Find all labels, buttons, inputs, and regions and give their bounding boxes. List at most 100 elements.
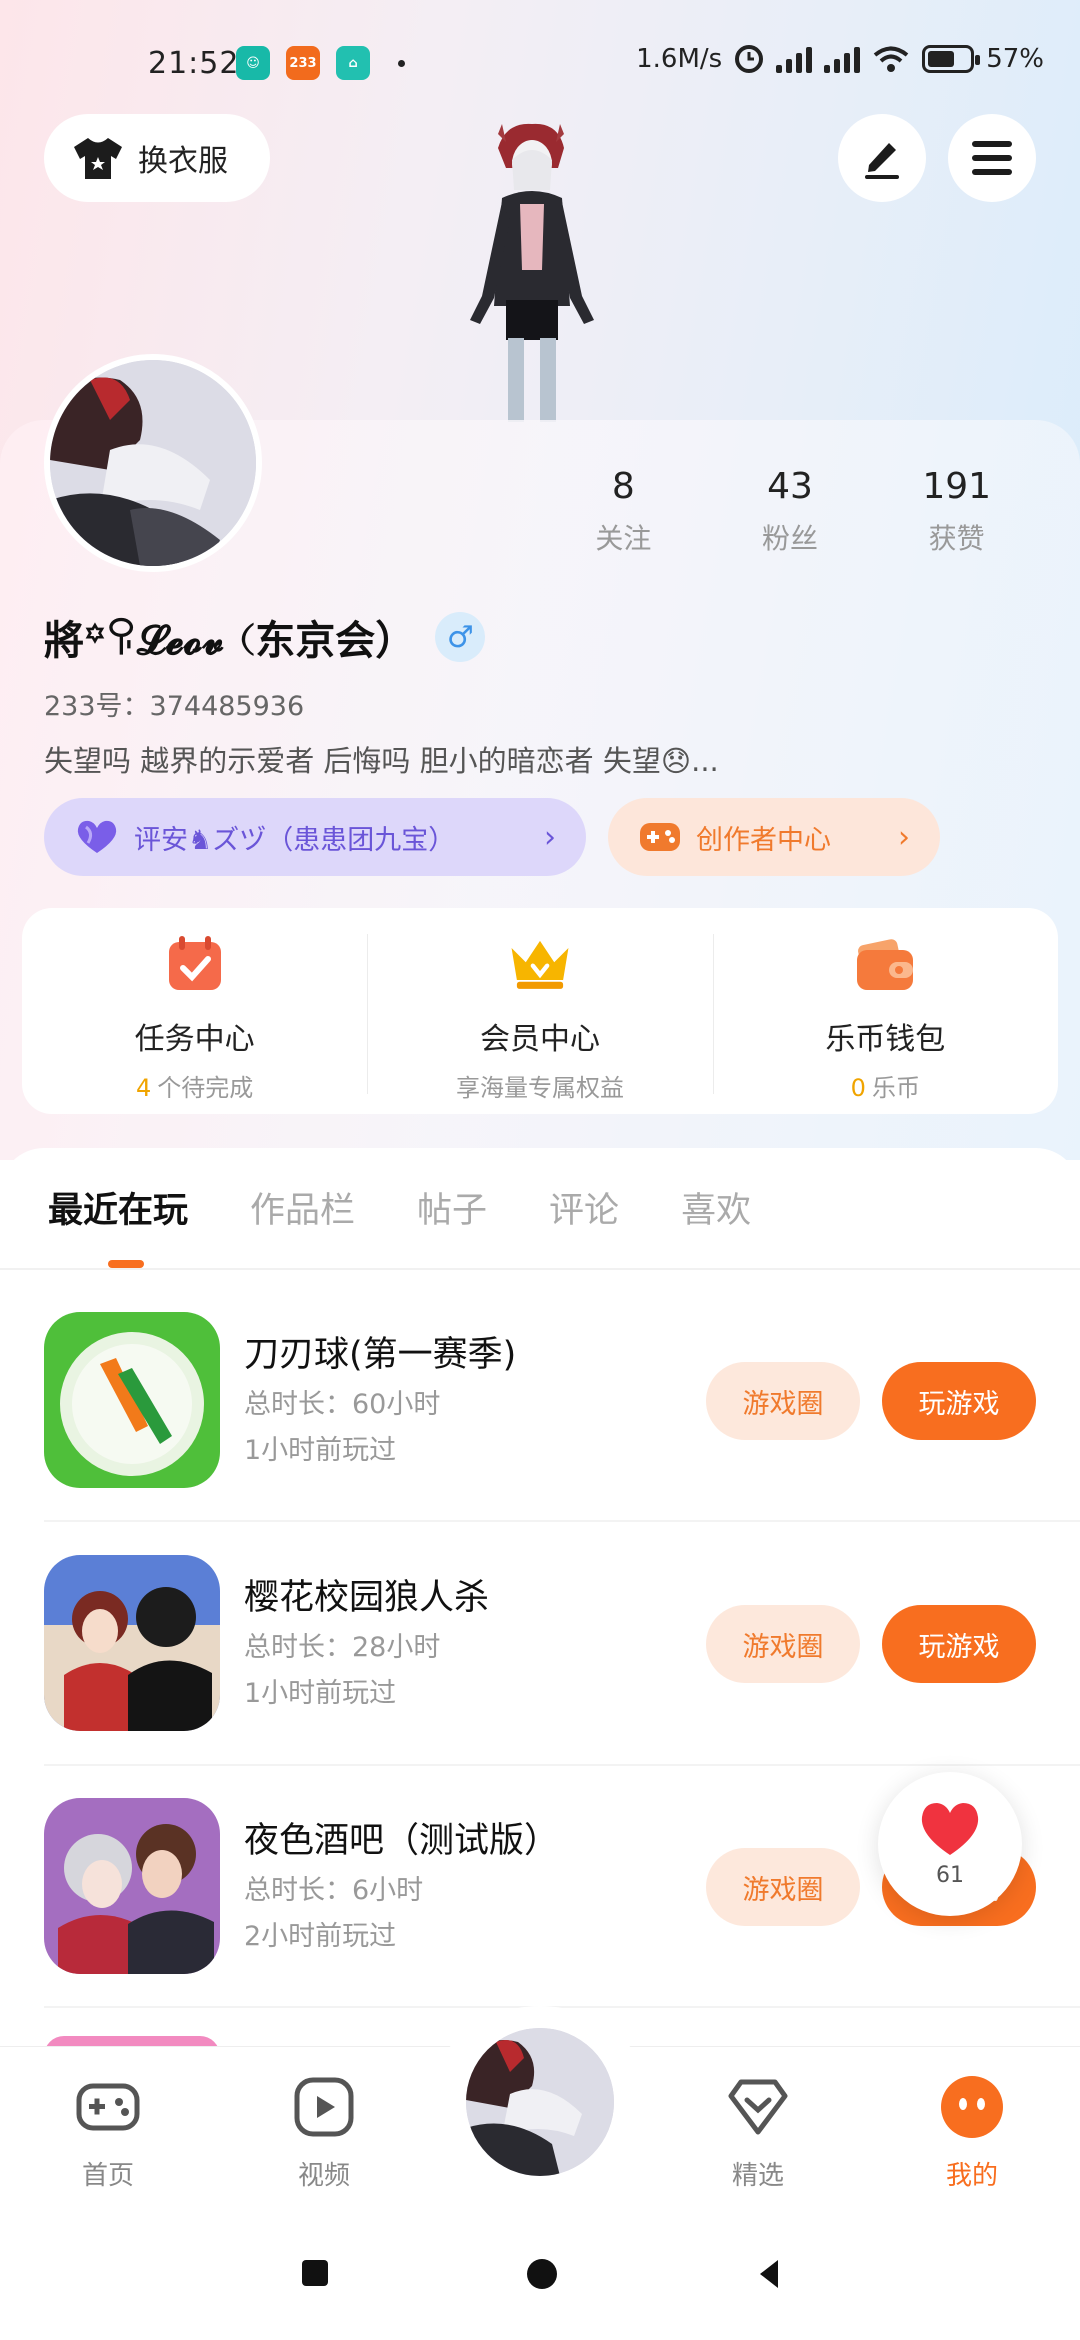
user-id[interactable]: 233号：374485936 (44, 684, 304, 723)
signal-icon (776, 45, 813, 73)
wallet-button[interactable]: 乐币钱包 0 乐币 (712, 908, 1058, 1114)
tab-likes[interactable]: 喜欢 (681, 1182, 751, 1233)
vip-center-title: 会员中心 (479, 1022, 600, 1057)
likes-label: 获赞 (928, 522, 985, 555)
alarm-icon (735, 45, 764, 73)
tab-recently-played[interactable]: 最近在玩 (48, 1182, 188, 1233)
avatar[interactable] (44, 354, 262, 572)
game-circle-button[interactable]: 游戏圈 (706, 1362, 860, 1440)
gamepad-icon (76, 2083, 140, 2131)
nickname: 將꙳ꀬ𝓛𝓮𝓸𝓿（东京会） (44, 618, 416, 664)
smile-face-icon (941, 2076, 1003, 2138)
tab-comments[interactable]: 评论 (549, 1182, 619, 1233)
play-game-button[interactable]: 玩游戏 (882, 1362, 1036, 1440)
following-label: 关注 (595, 522, 652, 555)
battery-icon (922, 45, 981, 73)
wallet-icon (857, 939, 914, 990)
heart-icon (921, 1802, 979, 1855)
shortcut-panel: 任务中心 4 个待完成 会员中心 享海量专属权益 乐币钱包 0 乐币 (22, 908, 1058, 1114)
play-game-button[interactable]: 玩游戏 (882, 1605, 1036, 1683)
pending-text: 个待完成 (157, 1074, 254, 1102)
game-name: 樱花校园狼人杀 (244, 1578, 490, 1618)
stat-followers[interactable]: 43 粉丝 (707, 466, 874, 557)
coin-balance: 0 (850, 1074, 866, 1102)
wifi-icon (873, 46, 909, 72)
status-bar: 21:52 ☺ 233 ⌂ 1.6M/s 57% (0, 36, 1080, 92)
stat-likes[interactable]: 191 获赞 (873, 466, 1040, 557)
tab-works[interactable]: 作品栏 (250, 1182, 355, 1233)
nav-home-label: 首页 (81, 2161, 134, 2191)
vip-center-sub: 享海量专属权益 (367, 1068, 712, 1103)
avatar-image (50, 360, 256, 566)
notification-dot (398, 60, 405, 67)
pencil-icon (865, 143, 899, 179)
profile-stats: 8 关注 43 粉丝 191 获赞 (540, 466, 1040, 557)
club-label: 评安♞ズヅ（患患团九宝） (134, 824, 456, 856)
coin-unit: 乐币 (871, 1074, 920, 1102)
game-icon-night-bar (44, 1798, 220, 1974)
hamburger-icon (972, 141, 1012, 175)
chevron-right-icon: › (898, 819, 910, 855)
recent-apps-icon[interactable] (300, 2258, 330, 2288)
purple-heart-icon (77, 820, 117, 853)
avatar-image (466, 2028, 614, 2176)
nav-featured-label: 精选 (731, 2161, 784, 2191)
233-app-badge: 233 (286, 46, 320, 80)
battery-percent: 57% (986, 44, 1044, 74)
nav-me-label: 我的 (945, 2161, 998, 2191)
tshirt-icon (74, 138, 122, 179)
home-icon[interactable] (526, 2258, 558, 2290)
home-app-icon: ⌂ (336, 46, 370, 80)
nav-home[interactable]: 首页 (48, 2072, 168, 2192)
nav-featured[interactable]: 精选 (698, 2072, 818, 2192)
notification-app-icon: ☺ (236, 46, 270, 80)
avatar-3d-figure[interactable] (446, 120, 616, 422)
task-center-sub: 4 个待完成 (22, 1068, 367, 1103)
network-speed: 1.6M/s (636, 44, 723, 74)
like-bubble-button[interactable]: 61 (878, 1772, 1022, 1916)
menu-button[interactable] (948, 114, 1036, 202)
game-name: 夜色酒吧（测试版） (244, 1821, 560, 1861)
nav-video-label: 视频 (297, 2161, 350, 2191)
game-name: 刀刃球(第一赛季) (244, 1335, 517, 1375)
crown-icon (511, 940, 569, 989)
vip-center-button[interactable]: 会员中心 享海量专属权益 (367, 908, 712, 1114)
dress-up-label: 换衣服 (138, 144, 228, 179)
edit-profile-button[interactable] (838, 114, 926, 202)
wallet-sub: 0 乐币 (713, 1068, 1058, 1103)
game-icon-sakura-school (44, 1555, 220, 1731)
game-duration: 总时长：60小时 (244, 1389, 441, 1420)
nav-me[interactable]: 我的 (912, 2072, 1032, 2192)
stat-following[interactable]: 8 关注 (540, 466, 707, 557)
heart-shield-icon (728, 2079, 788, 2135)
divider (44, 1764, 1080, 1766)
following-count: 8 (611, 466, 635, 507)
creator-center-button[interactable]: 创作者中心 › (608, 798, 940, 876)
followers-count: 43 (767, 466, 813, 507)
game-icon-blade-ball (44, 1312, 220, 1488)
active-tab-indicator (108, 1260, 144, 1268)
club-button[interactable]: 评安♞ズヅ（患患团九宝） › (44, 798, 586, 876)
tab-posts[interactable]: 帖子 (417, 1182, 487, 1233)
nav-center-avatar-button[interactable] (462, 2024, 618, 2180)
game-last-played: 2小时前玩过 (244, 1921, 397, 1952)
game-duration: 总时长：6小时 (244, 1875, 424, 1906)
nav-video[interactable]: 视频 (264, 2072, 384, 2192)
gender-male-icon: ♂ (435, 612, 486, 662)
status-time: 21:52 (148, 46, 240, 81)
dress-up-button[interactable]: 换衣服 (44, 114, 270, 202)
bio[interactable]: 失望吗 越界的示爱者 后悔吗 胆小的暗恋者 失望😞... (44, 738, 1044, 780)
calendar-check-icon (168, 936, 221, 990)
task-center-button[interactable]: 任务中心 4 个待完成 (22, 908, 367, 1114)
game-circle-button[interactable]: 游戏圈 (706, 1848, 860, 1926)
vip-center-sub-text: 享海量专属权益 (455, 1074, 624, 1102)
profile-tabs: 最近在玩 作品栏 帖子 评论 喜欢 (48, 1182, 813, 1233)
followers-label: 粉丝 (762, 522, 819, 555)
task-center-title: 任务中心 (134, 1022, 255, 1057)
list-item[interactable]: 樱花校园狼人杀 总时长：28小时 1小时前玩过 游戏圈 玩游戏 (44, 1555, 1036, 1755)
pending-count: 4 (136, 1074, 152, 1102)
back-icon[interactable] (756, 2258, 782, 2290)
list-item[interactable]: 刀刃球(第一赛季) 总时长：60小时 1小时前玩过 游戏圈 玩游戏 (44, 1312, 1036, 1512)
creator-center-label: 创作者中心 (696, 824, 831, 856)
game-circle-button[interactable]: 游戏圈 (706, 1605, 860, 1683)
